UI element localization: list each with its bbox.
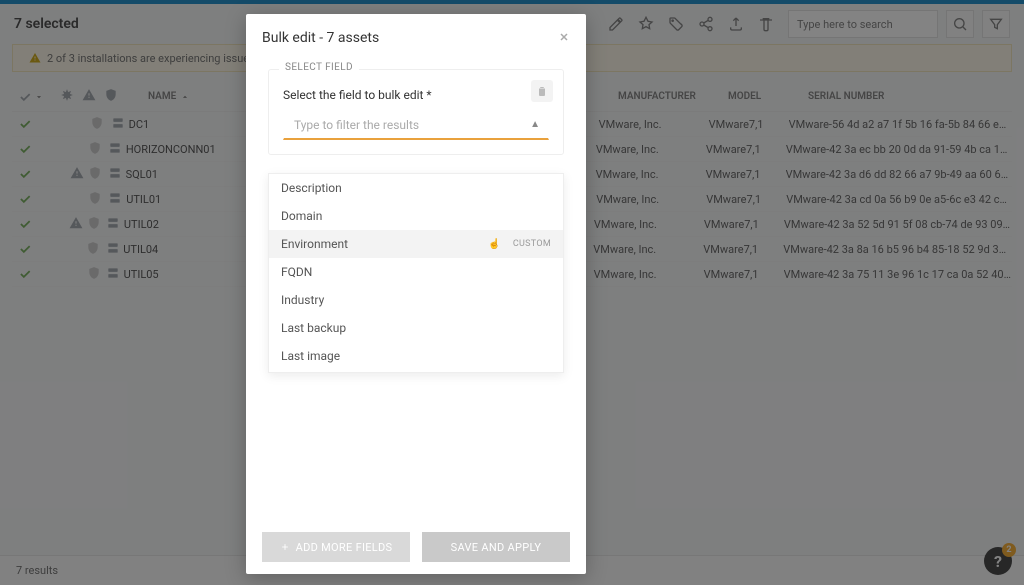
modal-header: Bulk edit - 7 assets [246, 14, 586, 61]
trash-small-icon [536, 85, 548, 97]
dropdown-option[interactable]: Domain [269, 202, 563, 230]
dropdown-option[interactable]: FQDN [269, 258, 563, 286]
field-dropdown: DescriptionDomainEnvironment☝CUSTOMFQDNI… [268, 173, 564, 373]
dropdown-option[interactable]: Description [269, 174, 563, 202]
save-and-apply-button[interactable]: SAVE AND APPLY [422, 532, 570, 562]
section-legend: SELECT FIELD [279, 62, 359, 73]
plus-icon [280, 542, 290, 552]
chevron-up-icon: ▲ [530, 119, 540, 130]
clear-field-button[interactable] [531, 80, 553, 102]
field-combobox[interactable]: Type to filter the results ▲ [283, 110, 549, 140]
bulk-edit-modal: Bulk edit - 7 assets SELECT FIELD Select… [246, 14, 586, 574]
field-label: Select the field to bulk edit * [283, 88, 549, 102]
select-field-section: SELECT FIELD Select the field to bulk ed… [268, 69, 564, 155]
custom-badge: CUSTOM [513, 239, 551, 249]
modal-close-button[interactable] [558, 28, 570, 47]
modal-body: SELECT FIELD Select the field to bulk ed… [246, 61, 586, 520]
combobox-placeholder: Type to filter the results [294, 118, 419, 132]
add-more-fields-button[interactable]: ADD MORE FIELDS [262, 532, 410, 562]
modal-footer: ADD MORE FIELDS SAVE AND APPLY [246, 520, 586, 574]
dropdown-option[interactable]: Last backup [269, 314, 563, 342]
modal-title: Bulk edit - 7 assets [262, 30, 379, 46]
dropdown-option[interactable]: Industry [269, 286, 563, 314]
dropdown-option[interactable]: Last image [269, 342, 563, 370]
dropdown-option[interactable]: Environment☝CUSTOM [269, 230, 563, 258]
hand-cursor-icon: ☝ [488, 239, 500, 250]
close-icon [558, 31, 570, 43]
dropdown-option[interactable]: Last patched [269, 370, 563, 373]
